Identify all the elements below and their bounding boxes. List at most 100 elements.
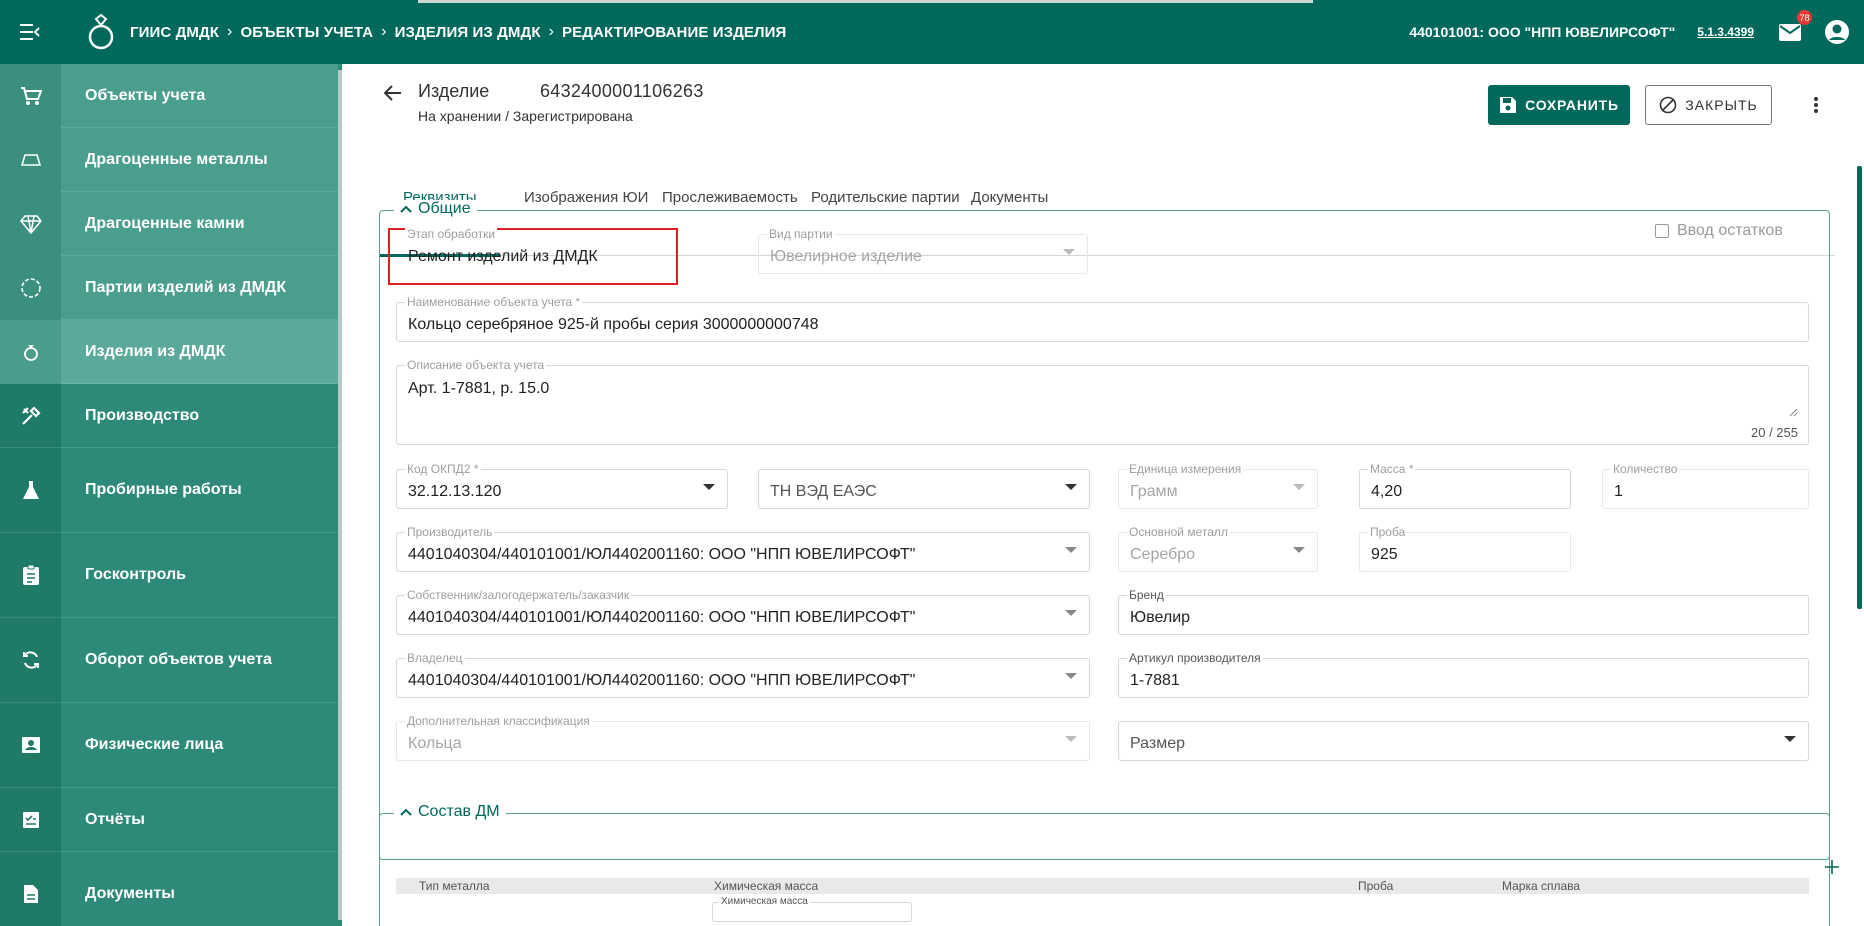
add-icon[interactable] bbox=[1824, 859, 1840, 875]
unit-select[interactable]: Единица измерения Грамм bbox=[1118, 462, 1318, 509]
sidebar-item-production[interactable]: Производство bbox=[0, 384, 338, 448]
cart-icon bbox=[0, 64, 61, 128]
batch-kind-select[interactable]: Вид партии Ювелирное изделие bbox=[758, 227, 1088, 274]
sidebar-item-turnover[interactable]: Оборот объектов учета bbox=[0, 618, 338, 703]
sidebar-item-label: Партии изделий из ДМДК bbox=[85, 278, 287, 296]
ingot-icon bbox=[0, 127, 61, 192]
arrow-drop-down-icon bbox=[1065, 484, 1077, 490]
table-header: Тип металла Химическая масса Проба Марка… bbox=[396, 878, 1809, 894]
save-button[interactable]: СОХРАНИТЬ bbox=[1488, 85, 1630, 125]
arrow-drop-down-icon bbox=[1065, 673, 1077, 679]
page-title: Изделие bbox=[418, 81, 490, 101]
version-link[interactable]: 5.1.3.4399 bbox=[1697, 25, 1754, 39]
description-field[interactable]: Описание объекта учета Арт. 1-7881, р. 1… bbox=[396, 358, 1809, 445]
breadcrumb-item-edit: РЕДАКТИРОВАНИЕ ИЗДЕЛИЯ bbox=[562, 23, 787, 41]
main-metal-select[interactable]: Основной металл Серебро bbox=[1118, 525, 1318, 572]
sync-icon bbox=[0, 618, 61, 703]
article-field[interactable]: Артикул производителя 1-7881 bbox=[1118, 651, 1809, 698]
column-header: Химическая масса bbox=[714, 879, 819, 893]
arrow-drop-down-icon bbox=[1065, 610, 1077, 616]
report-check-icon bbox=[0, 788, 61, 852]
sidebar-item-label: Изделия из ДМДК bbox=[85, 342, 226, 360]
sidebar-item-stones[interactable]: Драгоценные камни bbox=[0, 191, 338, 256]
sidebar-item-products[interactable]: Изделия из ДМДК bbox=[0, 319, 338, 384]
loading-bar bbox=[418, 0, 1313, 3]
dashed-circle-icon bbox=[0, 255, 61, 320]
probe-field[interactable]: Проба 925 bbox=[1359, 525, 1571, 572]
holder-select[interactable]: Владелец 4401040304/440101001/ЮЛ44020011… bbox=[396, 651, 1090, 698]
sidebar-item-label: Отчёты bbox=[85, 810, 145, 828]
size-select[interactable]: Размер bbox=[1118, 721, 1809, 761]
extra-classification-select[interactable]: Дополнительная классификация Кольца bbox=[396, 714, 1090, 761]
ring-logo-icon[interactable] bbox=[84, 12, 118, 52]
organization-name: 440101001: ООО "НПП ЮВЕЛИРСОФТ" bbox=[1409, 24, 1676, 40]
arrow-drop-down-icon bbox=[1293, 547, 1305, 553]
brand-field[interactable]: Бренд Ювелир bbox=[1118, 588, 1809, 635]
arrow-drop-down-icon bbox=[1784, 736, 1796, 742]
sidebar-item-label: Документы bbox=[85, 885, 175, 902]
resize-handle-icon[interactable] bbox=[1789, 404, 1798, 422]
arrow-drop-down-icon bbox=[1293, 484, 1305, 490]
sidebar-item-label: Драгоценные металлы bbox=[85, 150, 268, 168]
sidebar-item-reports[interactable]: Отчёты bbox=[0, 788, 338, 852]
more-vert-icon[interactable] bbox=[1804, 92, 1828, 118]
tnved-select[interactable]: ТН ВЭД ЕАЭС bbox=[758, 469, 1090, 509]
app-header: ГИИС ДМДК › ОБЪЕКТЫ УЧЕТА › ИЗДЕЛИЯ ИЗ Д… bbox=[0, 0, 1864, 64]
ring-icon bbox=[0, 319, 61, 384]
chevron-right-icon: › bbox=[381, 23, 387, 40]
sidebar: Объекты учета Драгоценные металлы Драгоц… bbox=[0, 64, 342, 926]
chevron-up-icon bbox=[400, 808, 412, 816]
sidebar-item-label: Объекты учета bbox=[85, 86, 206, 104]
contact-card-icon bbox=[0, 703, 61, 788]
chevron-up-icon bbox=[400, 205, 412, 213]
close-button[interactable]: ЗАКРЫТЬ bbox=[1645, 85, 1772, 125]
quantity-field[interactable]: Количество 1 bbox=[1602, 462, 1809, 509]
composition-section: Состав ДМ bbox=[379, 803, 1830, 926]
sidebar-item-label: Госконтроль bbox=[85, 566, 186, 583]
section-toggle-composition[interactable]: Состав ДМ bbox=[394, 803, 506, 821]
sidebar-item-assay[interactable]: Пробирные работы bbox=[0, 448, 338, 533]
chevron-right-icon: › bbox=[548, 23, 555, 40]
stage-field[interactable]: Этап обработки Ремонт изделий из ДМДК bbox=[396, 227, 676, 274]
sidebar-item-metals[interactable]: Драгоценные металлы bbox=[0, 127, 338, 192]
arrow-drop-down-icon bbox=[1065, 547, 1077, 553]
breadcrumb-item-products[interactable]: ИЗДЕЛИЯ ИЗ ДМДК bbox=[395, 24, 541, 41]
sidebar-item-label: Физические лица bbox=[85, 736, 224, 753]
name-field[interactable]: Наименование объекта учета * Кольцо сере… bbox=[396, 295, 1809, 342]
section-toggle-general[interactable]: Общие bbox=[394, 200, 477, 218]
char-counter: 20 / 255 bbox=[1751, 425, 1798, 440]
breadcrumb-item-root[interactable]: ГИИС ДМДК bbox=[130, 24, 219, 41]
arrow-back-icon[interactable] bbox=[380, 80, 406, 106]
owner-pledge-select[interactable]: Собственник/залогодержатель/заказчик 440… bbox=[396, 588, 1090, 635]
okpd2-select[interactable]: Код ОКПД2 * 32.12.13.120 bbox=[396, 462, 728, 509]
sidebar-item-label: Драгоценные камни bbox=[85, 214, 245, 232]
sidebar-item-label: Производство bbox=[85, 406, 200, 424]
residue-checkbox[interactable]: Ввод остатков bbox=[1655, 222, 1783, 240]
item-number: 6432400001106263 bbox=[540, 81, 704, 101]
main-scrollbar[interactable] bbox=[1857, 166, 1862, 609]
mass-field[interactable]: Масса * 4,20 bbox=[1359, 462, 1571, 509]
tools-icon bbox=[0, 384, 61, 448]
column-header: Марка сплава bbox=[1502, 879, 1581, 893]
menu-collapse-icon[interactable] bbox=[0, 0, 60, 64]
flask-icon bbox=[0, 448, 61, 533]
producer-select[interactable]: Производитель 4401040304/440101001/ЮЛ440… bbox=[396, 525, 1090, 572]
breadcrumb-item-objects[interactable]: ОБЪЕКТЫ УЧЕТА bbox=[240, 24, 373, 41]
breadcrumb: ГИИС ДМДК › ОБЪЕКТЫ УЧЕТА › ИЗДЕЛИЯ ИЗ Д… bbox=[130, 23, 786, 41]
status-text: На хранении / Зарегистрирована bbox=[418, 108, 633, 124]
sidebar-item-documents[interactable]: Документы bbox=[0, 852, 338, 926]
sidebar-item-label: Пробирные работы bbox=[85, 481, 242, 498]
chevron-right-icon: › bbox=[227, 23, 233, 40]
account-icon[interactable] bbox=[1822, 17, 1852, 47]
sidebar-item-persons[interactable]: Физические лица bbox=[0, 703, 338, 788]
document-icon bbox=[0, 852, 61, 926]
sidebar-item-batches[interactable]: Партии изделий из ДМДК bbox=[0, 255, 338, 320]
sidebar-item-control[interactable]: Госконтроль bbox=[0, 533, 338, 618]
chemical-mass-field[interactable]: Химическая масса bbox=[712, 896, 912, 922]
floppy-disk-icon bbox=[1499, 96, 1517, 114]
column-header: Проба bbox=[1358, 879, 1394, 893]
mail-icon[interactable]: 78 bbox=[1776, 10, 1812, 46]
sidebar-item-objects[interactable]: Объекты учета bbox=[0, 64, 338, 128]
clipboard-icon bbox=[0, 533, 61, 618]
diamond-icon bbox=[0, 191, 61, 256]
